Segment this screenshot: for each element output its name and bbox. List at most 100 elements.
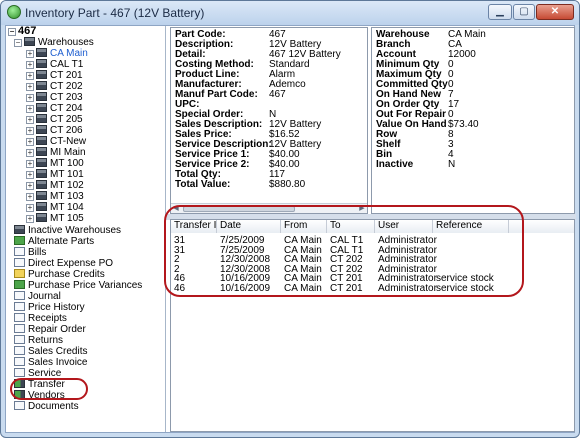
tree-item-label: Returns xyxy=(28,335,64,346)
tree-item-alternate-parts[interactable]: Alternate Parts xyxy=(14,236,94,247)
warehouse-icon xyxy=(36,158,47,167)
column-date[interactable]: Date xyxy=(217,220,281,233)
tree-item-sales-credits[interactable]: Sales Credits xyxy=(14,346,87,357)
tree-warehouse-cal-t1[interactable]: + CAL T1 xyxy=(26,59,83,70)
service-icon xyxy=(14,368,25,377)
tree-item-label: Receipts xyxy=(28,313,67,324)
tree-warehouse-ct-206[interactable]: + CT 206 xyxy=(26,125,83,136)
table-cell: Administrator xyxy=(378,282,437,294)
tree-item-label: Sales Credits xyxy=(28,346,88,357)
tree-warehouse-mt-105[interactable]: + MT 105 xyxy=(26,213,84,224)
tree-item-bills[interactable]: Bills xyxy=(14,247,46,258)
tree-item-label: MI Main xyxy=(50,147,86,158)
tree-item-service[interactable]: Service xyxy=(14,368,61,379)
close-button[interactable]: ✕ xyxy=(536,4,574,20)
tree-warehouse-mt-104[interactable]: + MT 104 xyxy=(26,202,84,213)
tree-warehouse-mt-100[interactable]: + MT 100 xyxy=(26,158,84,169)
tree-item-purchase-credits[interactable]: Purchase Credits xyxy=(14,269,105,280)
tree-item-purchase-price-variances[interactable]: Purchase Price Variances xyxy=(14,280,142,291)
collapse-icon[interactable]: − xyxy=(8,28,16,36)
tree-item-direct-expense-po[interactable]: Direct Expense PO xyxy=(14,258,113,269)
expand-icon[interactable]: + xyxy=(26,193,34,201)
purchase-price-variances-icon xyxy=(14,280,25,289)
scroll-right-icon[interactable]: ▶ xyxy=(357,204,367,213)
field-value: N xyxy=(448,159,456,170)
warehouse-details-panel: Warehouse CA Main Branch CA Account 12000 Mini… xyxy=(371,27,575,214)
tree-item-label: Alternate Parts xyxy=(28,236,95,247)
tree-item-label: Documents xyxy=(28,401,79,412)
direct-expense-po-icon xyxy=(14,258,25,267)
column-from[interactable]: From xyxy=(281,220,327,233)
tree-root[interactable]: −467 xyxy=(8,26,36,37)
tree-warehouse-mi-main[interactable]: + MI Main xyxy=(26,147,86,158)
tree-item-label: CT 201 xyxy=(50,70,83,81)
tree-item-label: MT 101 xyxy=(50,169,84,180)
tree-item-label: Warehouses xyxy=(38,37,94,48)
expand-icon[interactable]: + xyxy=(26,149,34,157)
tree-warehouse-ct-202[interactable]: + CT 202 xyxy=(26,81,83,92)
tree-warehouse-ct-203[interactable]: + CT 203 xyxy=(26,92,83,103)
warehouse-icon xyxy=(36,191,47,200)
collapse-icon[interactable]: − xyxy=(14,39,22,47)
tree-item-vendors[interactable]: Vendors xyxy=(14,390,65,401)
documents-icon xyxy=(14,401,25,410)
expand-icon[interactable]: + xyxy=(26,160,34,168)
expand-icon[interactable]: + xyxy=(26,182,34,190)
tree-warehouse-mt-103[interactable]: + MT 103 xyxy=(26,191,84,202)
tree-item-journal[interactable]: Journal xyxy=(14,291,61,302)
column-transfer-id[interactable]: Transfer ID xyxy=(171,220,224,233)
expand-icon[interactable]: + xyxy=(26,138,34,146)
title-bar[interactable]: Inventory Part - 467 (12V Battery) ▁ ▢ ✕ xyxy=(1,1,579,25)
tree-item-label: Purchase Credits xyxy=(28,269,105,280)
tree-item-price-history[interactable]: Price History xyxy=(14,302,85,313)
column-to[interactable]: To xyxy=(327,220,375,233)
tree-warehouse-ct-new[interactable]: + CT-New xyxy=(26,136,86,147)
transfer-grid: Transfer ID Date From To User Reference … xyxy=(170,219,575,432)
tree-warehouse-ct-204[interactable]: + CT 204 xyxy=(26,103,83,114)
tree-item-receipts[interactable]: Receipts xyxy=(14,313,67,324)
horizontal-scrollbar[interactable]: ◀ ▶ xyxy=(171,203,367,213)
tree-warehouse-ct-205[interactable]: + CT 205 xyxy=(26,114,83,125)
table-row[interactable]: 46 10/16/2009 CA Main CT 201 Administrator se… xyxy=(171,282,574,294)
expand-icon[interactable]: + xyxy=(26,61,34,69)
tree-item-label: Bills xyxy=(28,247,47,258)
expand-icon[interactable]: + xyxy=(26,204,34,212)
expand-icon[interactable]: + xyxy=(26,215,34,223)
grid-header: Transfer ID Date From To User Reference xyxy=(171,220,574,233)
tree-warehouse-mt-102[interactable]: + MT 102 xyxy=(26,180,84,191)
tree-item-label: Purchase Price Variances xyxy=(28,280,143,291)
tree-item-repair-order[interactable]: Repair Order xyxy=(14,324,86,335)
column-user[interactable]: User xyxy=(375,220,433,233)
scroll-left-icon[interactable]: ◀ xyxy=(171,204,181,213)
tree-item-inactive-warehouses[interactable]: Inactive Warehouses xyxy=(14,225,121,236)
expand-icon[interactable]: + xyxy=(26,72,34,80)
transfer-icon xyxy=(14,379,25,388)
expand-icon[interactable]: + xyxy=(26,83,34,91)
tree-warehouse-ct-201[interactable]: + CT 201 xyxy=(26,70,83,81)
warehouse-icon xyxy=(36,70,47,79)
tree-item-documents[interactable]: Documents xyxy=(14,401,79,412)
tree-item-transfer[interactable]: Transfer xyxy=(14,379,65,390)
tree-item-label: MT 102 xyxy=(50,180,84,191)
tree-warehouse-ca-main[interactable]: + CA Main xyxy=(26,48,88,59)
expand-icon[interactable]: + xyxy=(26,105,34,113)
expand-icon[interactable]: + xyxy=(26,94,34,102)
minimize-button[interactable]: ▁ xyxy=(488,4,512,20)
maximize-button[interactable]: ▢ xyxy=(513,4,535,20)
warehouse-icon xyxy=(36,59,47,68)
tree-warehouse-mt-101[interactable]: + MT 101 xyxy=(26,169,84,180)
tree-item-warehouses[interactable]: − Warehouses xyxy=(14,37,94,48)
field-label: Total Value: xyxy=(175,179,231,190)
inventory-part-window: Inventory Part - 467 (12V Battery) ▁ ▢ ✕… xyxy=(0,0,580,438)
column-reference[interactable]: Reference xyxy=(433,220,509,233)
tree-item-sales-invoice[interactable]: Sales Invoice xyxy=(14,357,87,368)
tree-item-label: CT 205 xyxy=(50,114,83,125)
table-cell: CT 201 xyxy=(330,282,363,294)
scrollbar-thumb[interactable] xyxy=(183,206,295,212)
expand-icon[interactable]: + xyxy=(26,171,34,179)
expand-icon[interactable]: + xyxy=(26,50,34,58)
expand-icon[interactable]: + xyxy=(26,116,34,124)
expand-icon[interactable]: + xyxy=(26,127,34,135)
tree-item-returns[interactable]: Returns xyxy=(14,335,63,346)
vendors-icon xyxy=(14,390,25,399)
